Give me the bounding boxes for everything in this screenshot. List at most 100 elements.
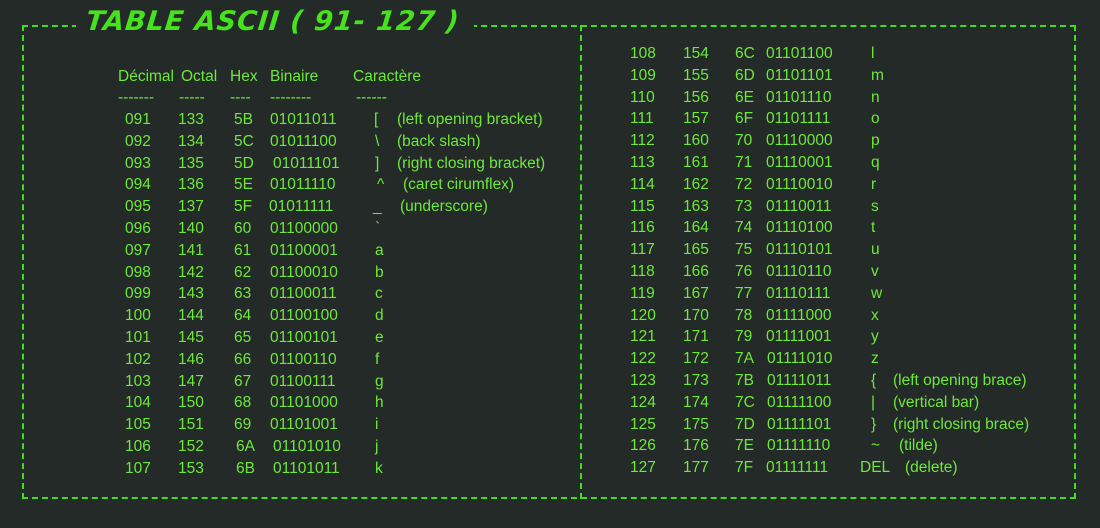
- right-row-binary: 01111001: [766, 328, 832, 346]
- header-separator: ----: [230, 89, 251, 106]
- left-row-octal: 135: [178, 154, 204, 172]
- left-row-octal: 137: [178, 198, 204, 216]
- right-row-decimal: 127: [630, 459, 656, 477]
- left-row-decimal: 102: [125, 350, 151, 368]
- left-row-decimal: 098: [125, 263, 151, 281]
- left-row-decimal: 099: [125, 285, 151, 303]
- right-row-octal: 167: [683, 284, 709, 302]
- left-row-hex: 6A: [236, 438, 255, 455]
- left-row-octal: 151: [178, 416, 204, 434]
- left-row-hex: 5C: [234, 132, 254, 150]
- left-row-binary: 01100000: [270, 220, 338, 237]
- left-row-hex: 5B: [234, 111, 253, 128]
- right-row-octal: 166: [683, 263, 709, 280]
- right-row-char: t: [871, 219, 876, 237]
- left-row-binary: 01101001: [270, 416, 338, 434]
- left-row-octal: 134: [178, 132, 204, 150]
- left-row-char: c: [375, 285, 383, 303]
- left-row-octal: 136: [178, 176, 204, 194]
- right-row-octal: 161: [683, 154, 709, 171]
- right-row-decimal: 115: [630, 197, 655, 215]
- right-row-hex: 7A: [735, 350, 754, 368]
- left-row-decimal: 107: [125, 459, 151, 477]
- left-row-octal: 144: [178, 307, 204, 325]
- left-row-decimal: 096: [125, 220, 151, 237]
- right-row-octal: 163: [683, 197, 709, 215]
- right-row-octal: 154: [683, 45, 709, 62]
- right-row-binary: 01111010: [767, 350, 833, 368]
- left-row-binary: 01101011: [273, 459, 340, 477]
- right-row-octal: 157: [683, 110, 709, 128]
- left-row-decimal: 106: [125, 438, 151, 455]
- right-row-binary: 01101111: [766, 110, 831, 128]
- right-row-binary: 01110011: [766, 197, 832, 215]
- left-row-desc: (right closing bracket): [397, 154, 546, 172]
- right-row-binary: 01110000: [766, 132, 833, 150]
- right-row-char: o: [871, 110, 880, 128]
- left-row-hex: 6B: [236, 459, 255, 477]
- right-row-binary: 01110010: [766, 175, 833, 193]
- right-row-hex: 71: [735, 154, 753, 171]
- left-row-decimal: 093: [125, 154, 151, 172]
- right-row-binary: 01110101: [766, 241, 833, 259]
- header-separator: -------: [118, 89, 155, 106]
- left-row-hex: 5D: [234, 154, 254, 172]
- left-row-char: f: [375, 350, 380, 368]
- right-row-hex: 72: [735, 175, 753, 193]
- right-row-char: v: [871, 263, 879, 280]
- right-row-char: u: [871, 241, 880, 259]
- left-row-char: [: [374, 111, 379, 128]
- right-row-desc: (delete): [905, 459, 958, 477]
- right-row-decimal: 121: [630, 328, 656, 346]
- right-row-hex: 6C: [735, 45, 755, 62]
- left-row-char: a: [375, 241, 384, 259]
- right-row-binary: 01101100: [766, 45, 833, 62]
- page-title: TABLE ASCII ( 91- 127 ): [84, 6, 462, 37]
- left-row-binary: 01100010: [270, 263, 338, 281]
- left-row-octal: 150: [178, 394, 204, 412]
- right-row-binary: 01110001: [766, 154, 833, 171]
- right-row-binary: 01111111: [766, 459, 829, 477]
- left-row-octal: 140: [178, 220, 204, 237]
- right-row-octal: 155: [683, 66, 709, 84]
- header-separator: -----: [179, 89, 205, 106]
- right-row-char: DEL: [860, 459, 891, 477]
- right-row-octal: 172: [683, 350, 709, 368]
- left-row-octal: 141: [178, 241, 204, 259]
- right-row-octal: 160: [683, 132, 709, 150]
- left-row-binary: 01011100: [270, 132, 337, 150]
- right-row-decimal: 126: [630, 437, 656, 455]
- right-row-hex: 74: [735, 219, 753, 237]
- title-container: TABLE ASCII ( 91- 127 ): [76, 6, 474, 37]
- right-row-binary: 01101101: [766, 66, 833, 84]
- right-row-decimal: 118: [630, 263, 655, 280]
- right-row-hex: 7B: [735, 372, 754, 389]
- left-row-char: b: [375, 263, 384, 281]
- right-row-char: {: [871, 372, 877, 389]
- left-row-decimal: 104: [125, 394, 151, 412]
- left-row-octal: 147: [178, 372, 204, 390]
- left-row-hex: 5E: [234, 176, 253, 194]
- right-row-desc: (left opening brace): [893, 372, 1027, 389]
- header-separator: ------: [356, 89, 387, 106]
- left-row-decimal: 105: [125, 416, 151, 434]
- left-row-decimal: 091: [125, 111, 151, 128]
- left-row-binary: 01101010: [273, 438, 341, 455]
- right-row-octal: 173: [683, 372, 709, 389]
- right-row-char: n: [871, 88, 880, 106]
- right-row-desc: (vertical bar): [893, 393, 980, 411]
- left-row-binary: 01101000: [270, 394, 338, 412]
- right-row-hex: 79: [735, 328, 753, 346]
- left-row-char: i: [375, 416, 379, 434]
- left-row-binary: 01100110: [270, 350, 337, 368]
- left-row-hex: 63: [234, 285, 252, 303]
- right-row-desc: (right closing brace): [893, 415, 1030, 433]
- right-row-decimal: 122: [630, 350, 656, 368]
- right-row-binary: 01111110: [767, 437, 831, 455]
- left-row-char: k: [375, 459, 383, 477]
- right-row-hex: 7F: [735, 459, 754, 477]
- left-row-hex: 64: [234, 307, 252, 325]
- right-row-char: |: [871, 393, 876, 411]
- right-row-octal: 165: [683, 241, 709, 259]
- right-row-char: r: [871, 175, 877, 193]
